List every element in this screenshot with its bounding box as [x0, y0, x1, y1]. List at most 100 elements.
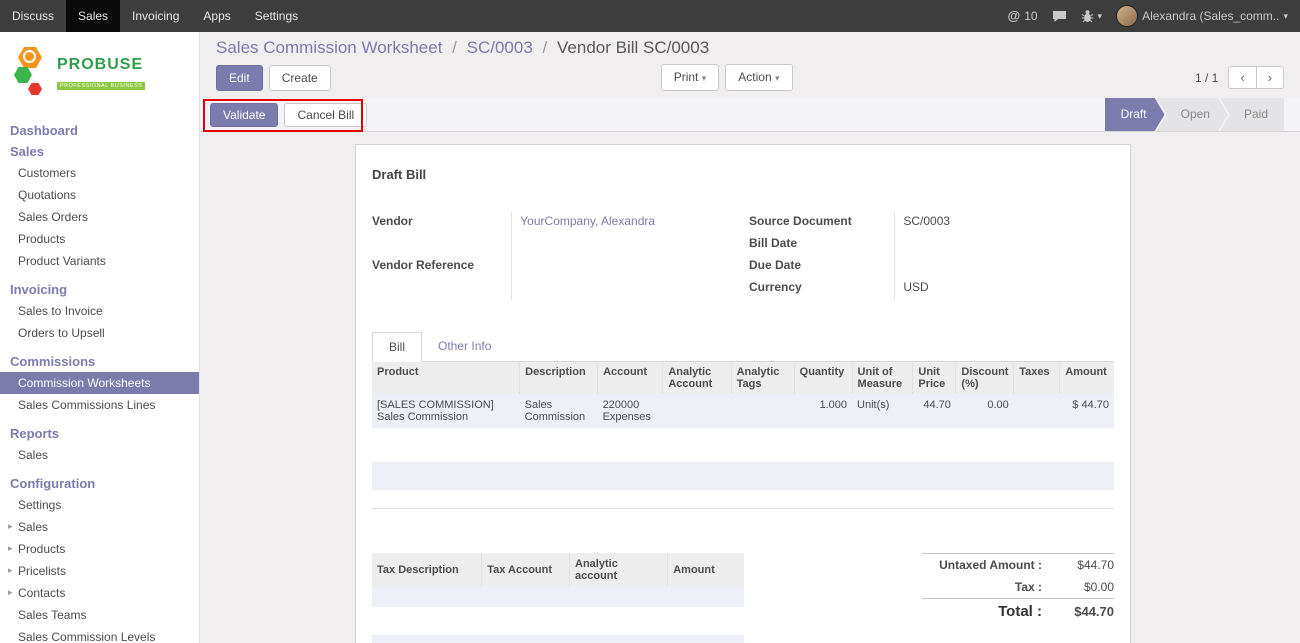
untaxed-amount-label: Untaxed Amount : — [922, 554, 1054, 577]
menu-invoicing[interactable]: Invoicing — [120, 0, 191, 32]
cancel-bill-button[interactable]: Cancel Bill — [284, 103, 367, 127]
col-tax-account[interactable]: Tax Account — [482, 553, 570, 587]
print-dropdown-button[interactable]: Print ▾ — [661, 64, 720, 91]
tab-bill[interactable]: Bill — [372, 332, 422, 362]
menu-apps[interactable]: Apps — [191, 0, 242, 32]
vendor-reference-value — [512, 256, 729, 300]
breadcrumb-record-link[interactable]: SC/0003 — [467, 38, 533, 57]
col-account[interactable]: Account — [598, 362, 663, 394]
bill-line-row[interactable]: [SALES COMMISSION] Sales Commission Sale… — [372, 394, 1114, 428]
sidebar-item-commission-worksheets[interactable]: Commission Worksheets — [0, 372, 199, 394]
sidebar-item-reports-sales[interactable]: Sales — [0, 444, 199, 466]
toolbar: Edit Create Print ▾ Action ▾ 1 / 1 ‹ › — [216, 64, 1284, 91]
breadcrumb-worksheet-link[interactable]: Sales Commission Worksheet — [216, 38, 442, 57]
col-amount[interactable]: Amount — [1060, 362, 1114, 394]
step-paid[interactable]: Paid — [1220, 98, 1284, 131]
breadcrumb-current: Vendor Bill SC/0003 — [557, 38, 709, 57]
pager-next-button[interactable]: › — [1256, 66, 1284, 89]
validate-button[interactable]: Validate — [210, 103, 278, 127]
edit-button[interactable]: Edit — [216, 65, 263, 91]
app-window: Discuss Sales Invoicing Apps Settings @ … — [0, 0, 1300, 643]
control-panel: Sales Commission Worksheet / SC/0003 / V… — [200, 32, 1300, 98]
action-dropdown-button[interactable]: Action ▾ — [725, 64, 792, 91]
col-analytic-account[interactable]: Analytic Account — [663, 362, 731, 394]
caret-down-icon: ▾ — [775, 73, 780, 83]
col-discount[interactable]: Discount (%) — [956, 362, 1014, 394]
sidebar-item-config-sales[interactable]: ▸ Sales — [0, 516, 199, 538]
mention-icon: @ — [1008, 0, 1021, 32]
caret-down-icon: ▾ — [1098, 0, 1103, 32]
expand-caret-icon: ▸ — [8, 543, 13, 554]
pager-previous-button[interactable]: ‹ — [1228, 66, 1255, 89]
pager: 1 / 1 ‹ › — [1195, 66, 1284, 89]
pager-count: 1 / 1 — [1195, 71, 1218, 85]
sidebar-item-config-settings[interactable]: Settings — [0, 494, 199, 516]
notebook-tabs: Bill Other Info — [372, 332, 1114, 362]
messages-button[interactable] — [1052, 10, 1067, 23]
source-document-label: Source Document — [749, 212, 895, 234]
currency-label: Currency — [749, 278, 895, 300]
tab-other-info[interactable]: Other Info — [422, 332, 507, 361]
step-draft[interactable]: Draft — [1105, 98, 1165, 131]
sidebar-heading-reports[interactable]: Reports — [0, 423, 199, 444]
untaxed-amount-value: $44.70 — [1054, 554, 1114, 577]
sidebar-heading-configuration[interactable]: Configuration — [0, 473, 199, 494]
vendor-label: Vendor — [372, 212, 512, 256]
amount-totals: Untaxed Amount : $44.70 Tax : $0.00 Tota… — [922, 553, 1114, 624]
menu-sales[interactable]: Sales — [66, 0, 120, 32]
user-menu[interactable]: Alexandra (Sales_comm.. ▾ — [1116, 0, 1288, 32]
currency-value: USD — [895, 278, 1114, 300]
logo-title: PROBUSE — [57, 56, 145, 74]
cell-amount: $ 44.70 — [1060, 394, 1114, 428]
vendor-value-link[interactable]: YourCompany, Alexandra — [520, 214, 655, 228]
due-date-value — [895, 256, 1114, 278]
sidebar-item-sales-commission-levels[interactable]: Sales Commission Levels — [0, 626, 199, 643]
menu-discuss[interactable]: Discuss — [0, 0, 66, 32]
lines-header-row: Product Description Account Analytic Acc… — [372, 362, 1114, 394]
sidebar-item-config-products[interactable]: ▸ Products — [0, 538, 199, 560]
step-open[interactable]: Open — [1157, 98, 1228, 131]
cell-product: [SALES COMMISSION] Sales Commission — [372, 394, 520, 428]
sidebar-item-sales-commissions-lines[interactable]: Sales Commissions Lines — [0, 394, 199, 416]
sidebar-item-sales-orders[interactable]: Sales Orders — [0, 206, 199, 228]
sidebar-item-orders-to-upsell[interactable]: Orders to Upsell — [0, 322, 199, 344]
col-unit-of-measure[interactable]: Unit of Measure — [852, 362, 913, 394]
empty-row — [372, 607, 744, 635]
sidebar-heading-sales[interactable]: Sales — [0, 141, 199, 162]
left-field-group: Vendor YourCompany, Alexandra Vendor Ref… — [372, 212, 729, 300]
col-description[interactable]: Description — [520, 362, 598, 394]
cell-discount: 0.00 — [956, 394, 1014, 428]
debug-menu-button[interactable]: ▾ — [1081, 0, 1103, 32]
mention-counter[interactable]: @ 10 — [1008, 0, 1038, 32]
create-button[interactable]: Create — [269, 65, 331, 91]
tax-lines-table: Tax Description Tax Account Analytic acc… — [372, 553, 744, 643]
sidebar-heading-dashboard[interactable]: Dashboard — [0, 120, 199, 141]
sidebar-item-customers[interactable]: Customers — [0, 162, 199, 184]
print-label: Print — [674, 70, 699, 84]
sidebar-heading-invoicing[interactable]: Invoicing — [0, 279, 199, 300]
menu-settings[interactable]: Settings — [243, 0, 310, 32]
col-tax-amount[interactable]: Amount — [668, 553, 744, 587]
col-product[interactable]: Product — [372, 362, 520, 394]
sidebar-heading-commissions[interactable]: Commissions — [0, 351, 199, 372]
breadcrumb: Sales Commission Worksheet / SC/0003 / V… — [216, 38, 1284, 58]
col-tax-description[interactable]: Tax Description — [372, 553, 482, 587]
section-divider — [372, 508, 1114, 509]
sidebar-item-sales-to-invoice[interactable]: Sales to Invoice — [0, 300, 199, 322]
sidebar-item-sales-teams[interactable]: Sales Teams — [0, 604, 199, 626]
tax-header-row: Tax Description Tax Account Analytic acc… — [372, 553, 744, 587]
col-unit-price[interactable]: Unit Price — [913, 362, 956, 394]
cell-uom: Unit(s) — [852, 394, 913, 428]
col-tax-analytic-account[interactable]: Analytic account — [570, 553, 668, 587]
statusbar: Validate Cancel Bill Draft Open Paid — [200, 98, 1300, 132]
cell-taxes — [1014, 394, 1060, 428]
sidebar-item-products[interactable]: Products — [0, 228, 199, 250]
cell-quantity: 1.000 — [794, 394, 852, 428]
sidebar-item-product-variants[interactable]: Product Variants — [0, 250, 199, 272]
col-quantity[interactable]: Quantity — [794, 362, 852, 394]
sidebar-item-config-contacts[interactable]: ▸ Contacts — [0, 582, 199, 604]
sidebar-item-config-pricelists[interactable]: ▸ Pricelists — [0, 560, 199, 582]
col-analytic-tags[interactable]: Analytic Tags — [731, 362, 794, 394]
sidebar-item-quotations[interactable]: Quotations — [0, 184, 199, 206]
col-taxes[interactable]: Taxes — [1014, 362, 1060, 394]
